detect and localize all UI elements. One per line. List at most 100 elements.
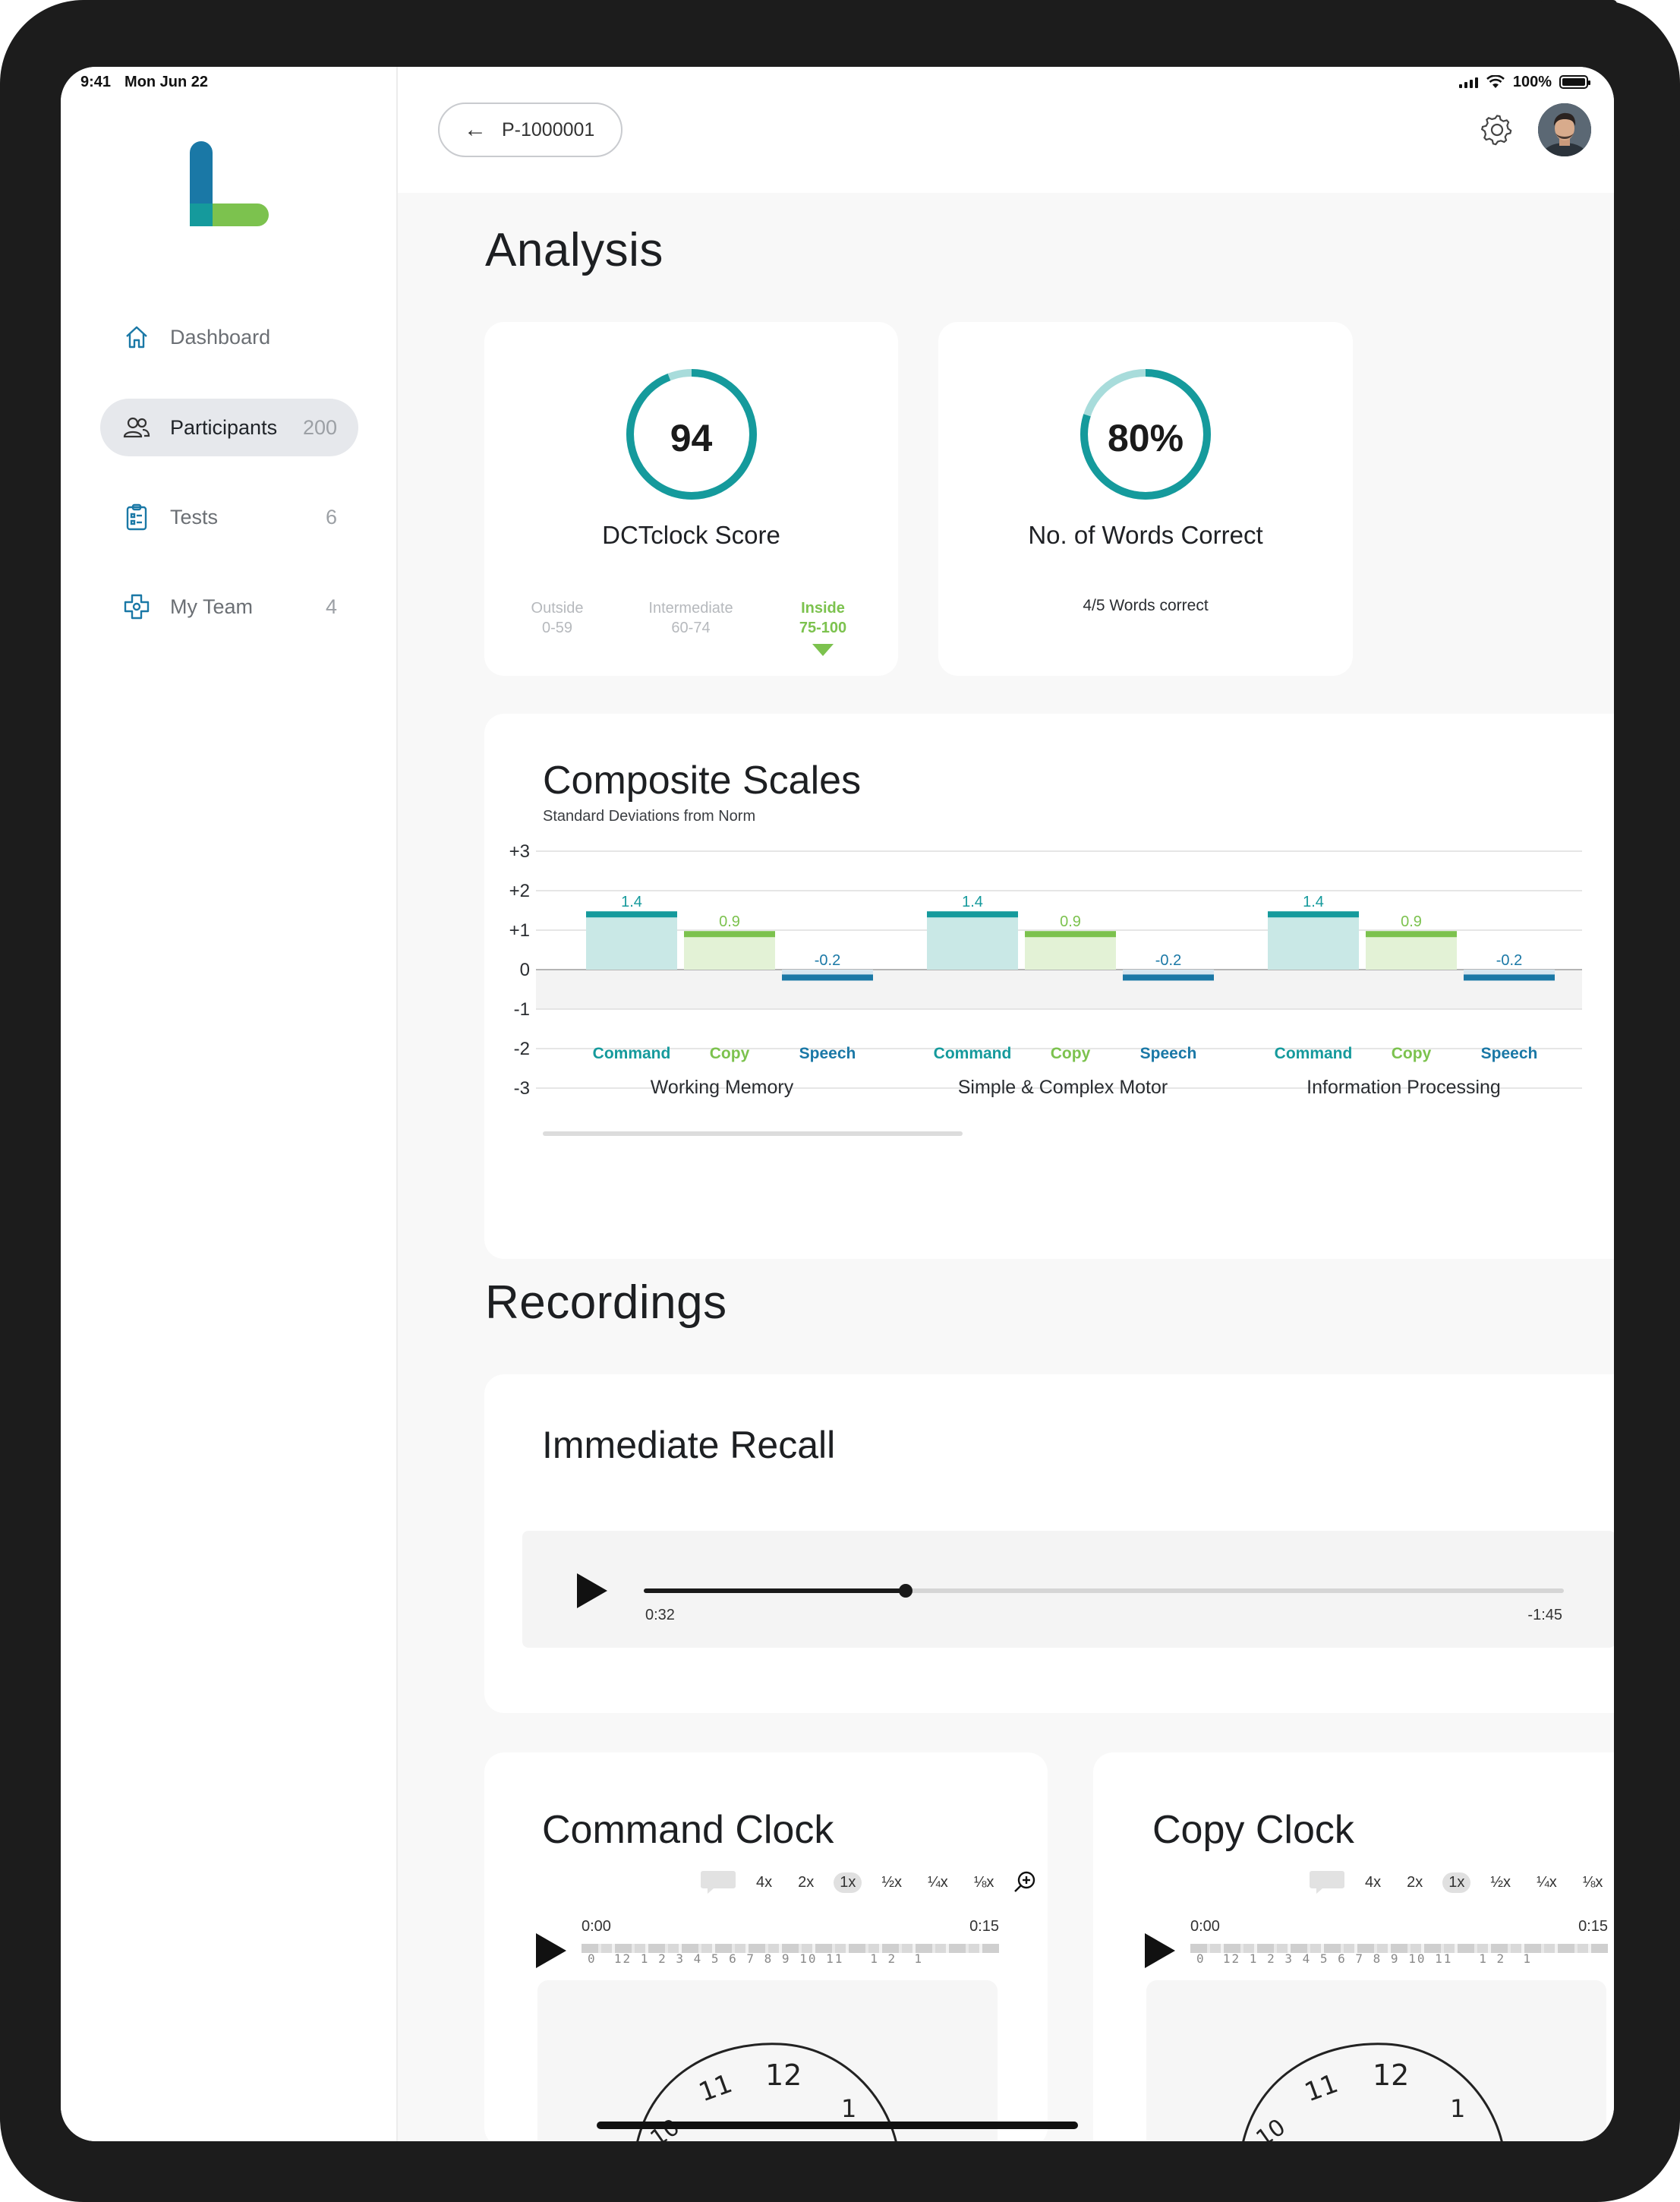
x-tick-label: Speech (1140, 1045, 1197, 1062)
command-clock-card: Command Clock 4x 2x 1x ½x ¼x ⅛x 0:00 0:1… (484, 1752, 1048, 2141)
back-button[interactable]: ← P-1000001 (438, 103, 623, 157)
clock-timeline-marks: 0 12 1 2 3 4 5 6 7 8 9 10 11 1 2 1 (1196, 1951, 1533, 1966)
speed-4x[interactable]: 4x (1359, 1872, 1387, 1893)
x-tick-label: Command (593, 1045, 671, 1062)
speed-eighth[interactable]: ⅛x (1577, 1872, 1609, 1893)
participant-id: P-1000001 (502, 118, 595, 140)
bar (684, 934, 775, 970)
group-label: Working Memory (651, 1077, 794, 1098)
play-icon[interactable] (1143, 1932, 1177, 1970)
range-outside: Outside 0-59 (512, 598, 603, 638)
data-label: 0.9 (719, 913, 740, 930)
speed-2x[interactable]: 2x (1401, 1872, 1429, 1893)
analysis-title: Analysis (485, 224, 663, 276)
bar-value-line (1268, 911, 1359, 918)
bar-value-line (684, 931, 775, 938)
range-values: 60-74 (671, 620, 711, 636)
bar-value-line (1366, 931, 1457, 938)
sidebar-item-label: My Team (170, 595, 254, 618)
status-bar-right: 100% (1458, 67, 1590, 97)
speed-half[interactable]: ½x (1484, 1872, 1517, 1893)
speed-half[interactable]: ½x (875, 1872, 908, 1893)
data-label: 0.9 (1060, 913, 1081, 930)
top-button (1541, 0, 1617, 8)
sidebar-item-participants[interactable]: Participants 200 (100, 399, 358, 456)
range-name: Inside (801, 600, 845, 617)
speed-2x[interactable]: 2x (792, 1872, 820, 1893)
bar-value-line (586, 911, 677, 918)
sidebar-item-my-team[interactable]: My Team 4 (100, 578, 358, 636)
words-correct-value: 80% (1107, 417, 1184, 459)
data-label: 1.4 (1303, 894, 1324, 910)
svg-text:10: 10 (1252, 2114, 1291, 2141)
status-bar-left: 9:41 Mon Jun 22 (80, 67, 222, 97)
sidebar-item-count: 6 (325, 505, 337, 528)
command-clock-drawing: 11 12 1 10 (537, 1980, 998, 2141)
negative-band (536, 970, 1582, 1009)
data-label: 0.9 (1401, 913, 1422, 930)
play-icon[interactable] (534, 1932, 568, 1970)
clock-drawing-icon: 11 12 1 10 (1242, 2043, 1503, 2141)
comment-icon[interactable] (700, 1869, 736, 1895)
y-tick-label: 0 (520, 960, 530, 980)
svg-text:1: 1 (1450, 2094, 1465, 2123)
play-icon[interactable] (575, 1572, 609, 1610)
x-tick-label: Copy (1392, 1045, 1432, 1062)
speed-quarter[interactable]: ¼x (922, 1872, 954, 1893)
status-date: Mon Jun 22 (125, 73, 209, 90)
sidebar-item-count: 200 (302, 415, 337, 439)
sidebar-item-label: Tests (170, 505, 219, 528)
svg-text:12: 12 (1373, 2058, 1409, 2092)
composite-scales-chart[interactable]: +3 +2 +1 0 -1 -2 -3 1.4 Command 0.9 Copy -0.2 Speech… (484, 714, 1614, 1259)
app-logo (190, 141, 269, 226)
data-label: -0.2 (1155, 952, 1181, 969)
data-label: -0.2 (1496, 952, 1522, 969)
speed-4x[interactable]: 4x (750, 1872, 778, 1893)
range-values: 0-59 (541, 620, 573, 636)
zoom-in-icon[interactable] (1013, 1871, 1036, 1894)
y-tick-label: -3 (514, 1078, 530, 1099)
sidebar-item-tests[interactable]: Tests 6 (100, 488, 358, 546)
comment-icon[interactable] (1309, 1869, 1345, 1895)
elapsed-time: 0:32 (645, 1607, 675, 1623)
range-name: Intermediate (648, 600, 733, 617)
dctclock-score-label: DCTclock Score (602, 521, 780, 549)
sidebar-item-dashboard[interactable]: Dashboard (100, 308, 358, 366)
speed-eighth[interactable]: ⅛x (968, 1872, 1001, 1893)
bar (927, 914, 1018, 970)
bar-value-line (782, 974, 873, 981)
range-name: Outside (531, 600, 584, 617)
clock-end-time: 0:15 (1578, 1918, 1608, 1935)
copy-clock-card: Copy Clock 4x 2x 1x ½x ¼x ⅛x 0:00 0:15 0… (1093, 1752, 1614, 2141)
audio-player: 0:32 -1:45 (522, 1531, 1614, 1648)
x-tick-label: Copy (710, 1045, 750, 1062)
audio-scrubber-handle[interactable] (899, 1584, 913, 1598)
words-correct-detail: 4/5 Words correct (1083, 597, 1209, 614)
svg-text:11: 11 (1300, 2068, 1341, 2108)
speed-1x[interactable]: 1x (834, 1872, 862, 1893)
sidebar: Dashboard Participants 200 Tests 6 My Te… (61, 67, 398, 2141)
x-tick-label: Speech (1481, 1045, 1538, 1062)
data-label: -0.2 (815, 952, 840, 969)
copy-clock-title: Copy Clock (1152, 1808, 1354, 1852)
bar-value-line (1025, 931, 1116, 938)
avatar[interactable] (1538, 103, 1591, 156)
clipboard-icon (123, 503, 150, 531)
bar-value-line (1123, 974, 1214, 981)
speed-quarter[interactable]: ¼x (1530, 1872, 1563, 1893)
dctclock-score-card: 94 DCTclock Score Outside 0-59 Intermedi… (484, 322, 898, 676)
bar (1025, 934, 1116, 970)
group-label: Information Processing (1306, 1077, 1501, 1098)
wifi-icon (1486, 75, 1505, 88)
chart-scrollbar (543, 1131, 963, 1136)
gear-icon[interactable] (1481, 114, 1513, 146)
y-tick-label: -2 (514, 1039, 530, 1059)
speed-1x[interactable]: 1x (1442, 1872, 1471, 1893)
users-icon (123, 414, 150, 441)
audio-progress-track[interactable] (644, 1584, 1564, 1598)
words-correct-card: 80% No. of Words Correct 4/5 Words corre… (938, 322, 1353, 676)
words-correct-label: No. of Words Correct (1028, 521, 1263, 549)
playback-speed-controls: 4x 2x 1x ½x ¼x ⅛x (700, 1869, 1036, 1895)
bar-value-line (1464, 974, 1555, 981)
home-indicator[interactable] (597, 2122, 1078, 2129)
